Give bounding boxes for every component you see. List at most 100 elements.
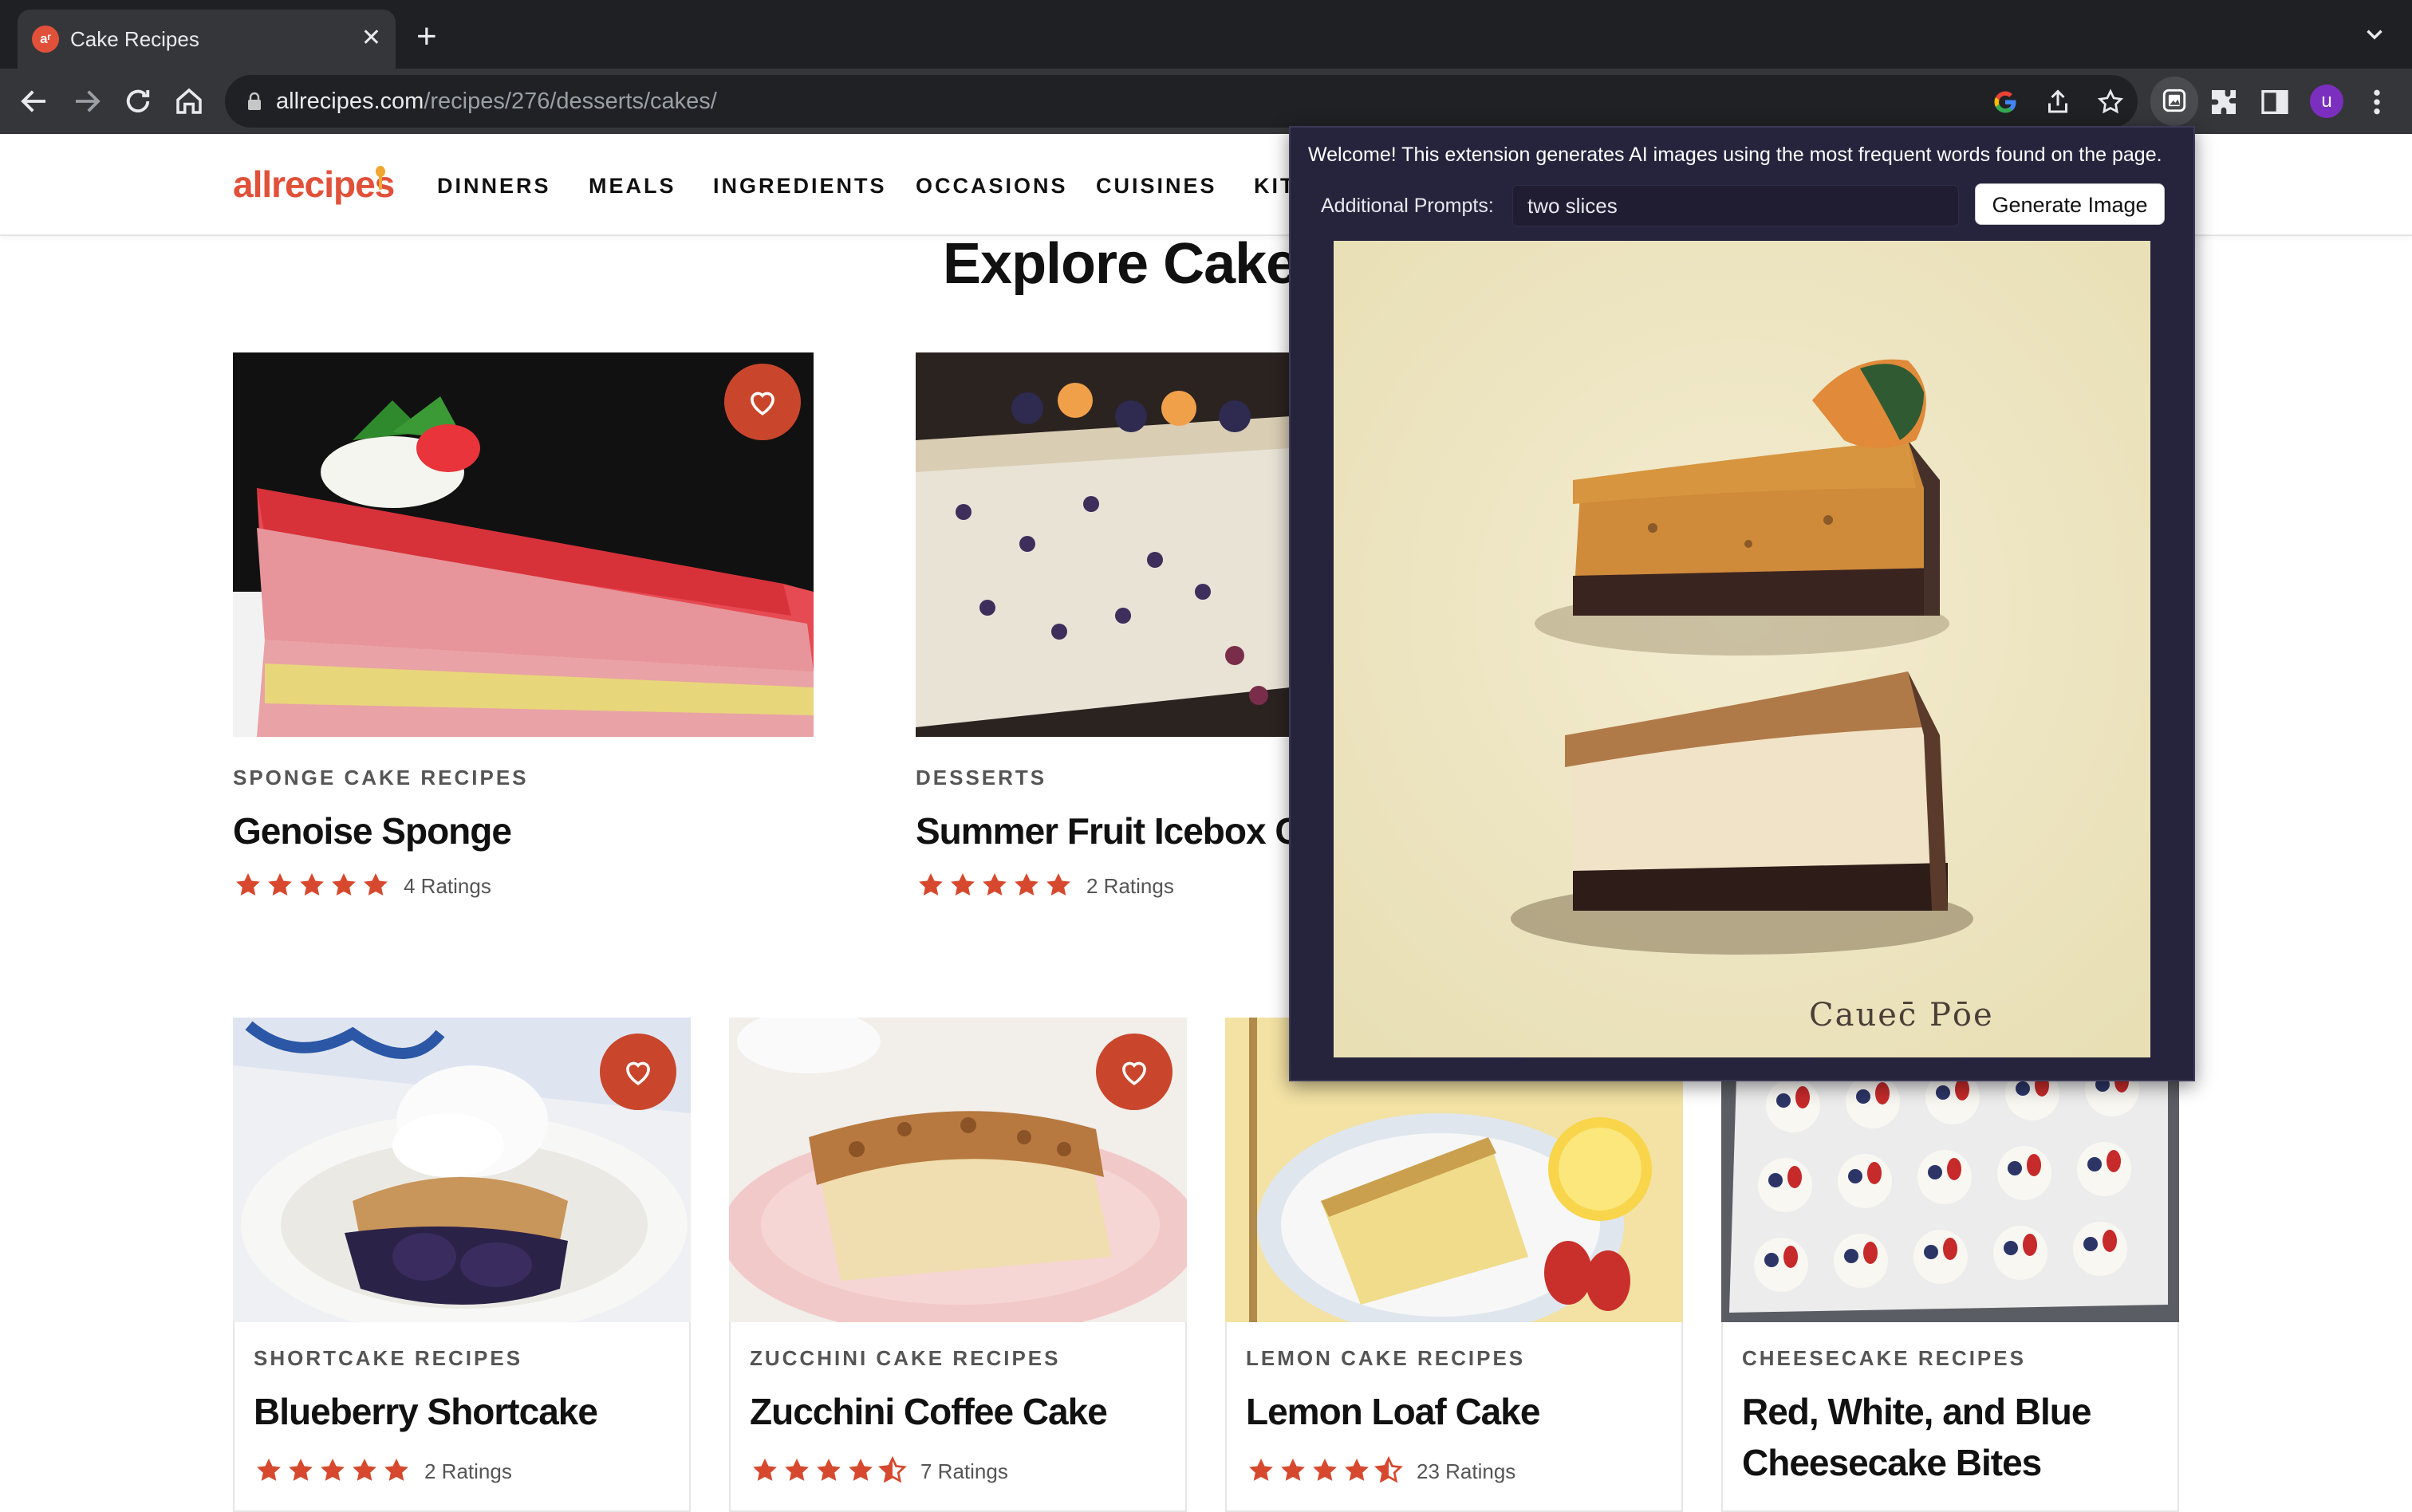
card-title[interactable]: Lemon Loaf Cake — [1246, 1386, 1540, 1437]
star-rating: 2 Ratings — [916, 871, 1187, 903]
card-category: SHORTCAKE RECIPES — [254, 1346, 523, 1370]
generate-image-button[interactable]: Generate Image — [1975, 183, 2165, 225]
rating-count: 2 Ratings — [424, 1459, 512, 1483]
star-icon — [1345, 1459, 1369, 1481]
star-icon — [289, 1459, 313, 1481]
star-icon — [753, 1459, 777, 1481]
star-icon — [332, 873, 356, 896]
address-bar[interactable]: allrecipes.com/recipes/276/desserts/cake… — [225, 75, 2138, 128]
more-menu-icon[interactable] — [2369, 86, 2385, 118]
star-half-icon — [1374, 1456, 1403, 1483]
additional-prompts-input[interactable]: two slices — [1512, 185, 1959, 226]
save-recipe-button[interactable] — [600, 1034, 676, 1110]
favicon-icon: aʳ — [32, 26, 59, 53]
ai-image-extension-button[interactable] — [2150, 77, 2198, 126]
star-icon — [817, 1459, 841, 1481]
nav-dinners[interactable]: DINNERS — [437, 174, 551, 199]
extensions-puzzle-icon[interactable] — [2208, 86, 2240, 118]
star-icon — [268, 873, 292, 896]
star-icon — [785, 1459, 809, 1481]
back-icon[interactable] — [18, 85, 51, 118]
close-tab-icon[interactable]: ✕ — [361, 24, 381, 53]
star-icon — [236, 873, 260, 896]
star-rating: 23 Ratings — [1246, 1456, 1533, 1488]
spoon-icon — [376, 166, 385, 190]
card-title[interactable]: Blueberry Shortcake — [254, 1386, 598, 1437]
share-icon[interactable] — [2044, 88, 2072, 116]
icebox-cake-illustration — [916, 383, 1291, 727]
star-icon — [919, 873, 943, 896]
card-title-line-2[interactable]: Cheesecake Bites — [1742, 1437, 2042, 1488]
nav-occasions[interactable]: OCCASIONS — [916, 174, 1068, 199]
star-icon — [384, 1459, 408, 1481]
zucchini-coffee-cake-image[interactable] — [729, 1018, 1187, 1322]
star-rating: 7 Ratings — [750, 1456, 1021, 1488]
star-icon — [300, 873, 324, 896]
reload-icon[interactable] — [121, 85, 155, 118]
bookmark-star-icon[interactable] — [2096, 88, 2125, 116]
image-extension-icon — [2162, 89, 2186, 112]
ai-image-extension-popup: Welcome! This extension generates AI ima… — [1289, 126, 2195, 1081]
star-half-icon — [878, 1456, 907, 1483]
browser-toolbar: allrecipes.com/recipes/276/desserts/cake… — [0, 69, 2412, 134]
card-category: SPONGE CAKE RECIPES — [233, 766, 529, 789]
card-title[interactable]: Genoise Sponge — [233, 805, 512, 856]
forward-icon[interactable] — [70, 85, 104, 118]
nav-meals[interactable]: MEALS — [589, 174, 676, 199]
profile-avatar[interactable]: u — [2310, 85, 2343, 118]
additional-prompts-label: Additional Prompts: — [1321, 195, 1494, 217]
allrecipes-logo[interactable]: allrecipes — [233, 163, 395, 206]
card-category: DESSERTS — [916, 766, 1047, 789]
card-category: CHEESECAKE RECIPES — [1742, 1346, 2026, 1370]
extension-welcome-text: Welcome! This extension generates AI ima… — [1308, 144, 2162, 166]
star-icon — [257, 1459, 281, 1481]
generated-cake-slices-illustration — [1334, 241, 2150, 1057]
tab-search-icon[interactable] — [2361, 21, 2388, 48]
card-title[interactable]: Summer Fruit Icebox C — [916, 805, 1302, 856]
star-icon — [1313, 1459, 1337, 1481]
tab-strip: aʳ Cake Recipes ✕ + — [0, 0, 2412, 69]
save-recipe-button[interactable] — [1096, 1034, 1172, 1110]
rating-count: 4 Ratings — [404, 874, 491, 898]
lock-icon[interactable] — [246, 92, 263, 111]
generated-image: Cauec̄ Pōe — [1334, 241, 2150, 1057]
heart-icon — [1122, 1061, 1146, 1085]
star-icon — [849, 1459, 873, 1481]
tab-title: Cake Recipes — [70, 27, 199, 51]
card-category: ZUCCHINI CAKE RECIPES — [750, 1346, 1061, 1370]
save-recipe-button[interactable] — [724, 364, 801, 440]
nav-cuisines[interactable]: CUISINES — [1096, 174, 1217, 199]
rating-count: 7 Ratings — [920, 1459, 1008, 1483]
heart-icon — [626, 1061, 650, 1085]
nav-ingredients[interactable]: INGREDIENTS — [713, 174, 887, 199]
browser-tab[interactable]: aʳ Cake Recipes ✕ — [18, 10, 396, 69]
rating-count: 23 Ratings — [1417, 1459, 1516, 1483]
generated-image-caption: Cauec̄ Pōe — [1809, 997, 1994, 1034]
star-rating: 4 Ratings — [233, 871, 504, 903]
genoise-sponge-image[interactable] — [233, 352, 814, 737]
star-rating: 2 Ratings — [254, 1456, 525, 1488]
card-title[interactable]: Zucchini Coffee Cake — [750, 1386, 1108, 1437]
star-icon — [1249, 1459, 1273, 1481]
star-icon — [353, 1459, 376, 1481]
star-icon — [1281, 1459, 1305, 1481]
heart-icon — [751, 392, 774, 415]
star-icon — [983, 873, 1007, 896]
url-path: /recipes/276/desserts/cakes/ — [424, 89, 717, 114]
card-category: LEMON CAKE RECIPES — [1246, 1346, 1526, 1370]
google-lens-icon[interactable] — [1991, 88, 2020, 116]
star-icon — [951, 873, 975, 896]
star-icon — [321, 1459, 345, 1481]
star-icon — [1015, 873, 1038, 896]
url-domain: allrecipes.com — [276, 89, 424, 114]
card-title-line-1[interactable]: Red, White, and Blue — [1742, 1386, 2091, 1437]
summer-fruit-icebox-image[interactable] — [916, 352, 1291, 737]
star-icon — [1046, 873, 1070, 896]
rating-count: 2 Ratings — [1086, 874, 1174, 898]
new-tab-button[interactable]: + — [416, 19, 437, 54]
url-text: allrecipes.com/recipes/276/desserts/cake… — [276, 86, 717, 116]
blueberry-shortcake-image[interactable] — [233, 1018, 691, 1322]
side-panel-icon[interactable] — [2259, 86, 2291, 118]
home-icon[interactable] — [172, 85, 206, 118]
star-icon — [364, 873, 388, 896]
